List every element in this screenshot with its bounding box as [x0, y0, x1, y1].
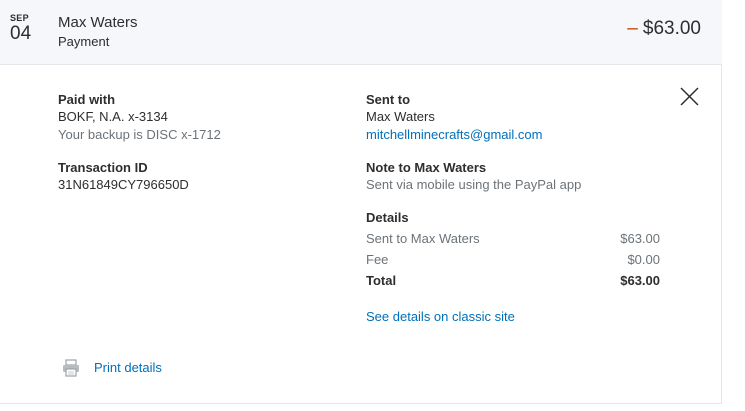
transaction-details-panel: Paid with BOKF, N.A. x-3134 Your backup … — [0, 65, 722, 404]
close-icon[interactable] — [679, 86, 700, 107]
details-section: Details Sent to Max Waters $63.00 Fee $0… — [366, 210, 666, 291]
note-label: Note to Max Waters — [366, 160, 487, 175]
funding-source: BOKF, N.A. x-3134 — [58, 109, 168, 124]
left-column: Paid with BOKF, N.A. x-3134 Your backup … — [58, 92, 338, 210]
sent-to-section: Sent to Max Waters mitchellminecrafts@gm… — [366, 92, 666, 144]
transaction-type: Payment — [58, 34, 110, 49]
counterparty-name: Max Waters — [58, 14, 138, 31]
details-label: Details — [366, 210, 409, 225]
transaction-amount: – $63.00 — [627, 18, 701, 40]
transaction-id-value: 31N61849CY796650D — [58, 177, 189, 192]
details-row-value: $63.00 — [620, 231, 660, 246]
print-details-button[interactable]: Print details — [62, 359, 162, 377]
printer-icon — [63, 359, 79, 377]
backup-source: Your backup is DISC x-1712 — [58, 127, 221, 142]
paid-with-section: Paid with BOKF, N.A. x-3134 Your backup … — [58, 92, 338, 144]
details-total-row: Total $63.00 — [366, 270, 660, 291]
details-row-key: Fee — [366, 252, 389, 267]
date-day: 04 — [10, 23, 32, 44]
print-details-link[interactable]: Print details — [94, 359, 162, 377]
paid-with-label: Paid with — [58, 92, 116, 107]
details-row-value: $0.00 — [627, 252, 660, 267]
details-row: Sent to Max Waters $63.00 — [366, 228, 660, 249]
right-column: Sent to Max Waters mitchellminecrafts@gm… — [366, 92, 666, 307]
recipient-name: Max Waters — [366, 109, 435, 124]
transaction-header[interactable]: SEP 04 Max Waters Payment – $63.00 — [0, 0, 722, 65]
transaction-id-section: Transaction ID 31N61849CY796650D — [58, 160, 338, 194]
amount-value: $63.00 — [642, 18, 701, 39]
details-row: Fee $0.00 — [366, 249, 660, 270]
details-total-value: $63.00 — [620, 273, 660, 288]
date-month: SEP — [10, 13, 29, 23]
details-row-key: Sent to Max Waters — [366, 231, 480, 246]
sent-to-label: Sent to — [366, 92, 411, 107]
note-section: Note to Max Waters Sent via mobile using… — [366, 160, 666, 194]
recipient-email-link[interactable]: mitchellminecrafts@gmail.com — [366, 127, 542, 142]
note-text: Sent via mobile using the PayPal app — [366, 177, 582, 192]
details-total-key: Total — [366, 273, 397, 288]
amount-sign: – — [627, 18, 638, 39]
transaction-id-label: Transaction ID — [58, 160, 148, 175]
transaction-date: SEP 04 — [10, 13, 40, 44]
classic-site-link[interactable]: See details on classic site — [366, 308, 515, 326]
